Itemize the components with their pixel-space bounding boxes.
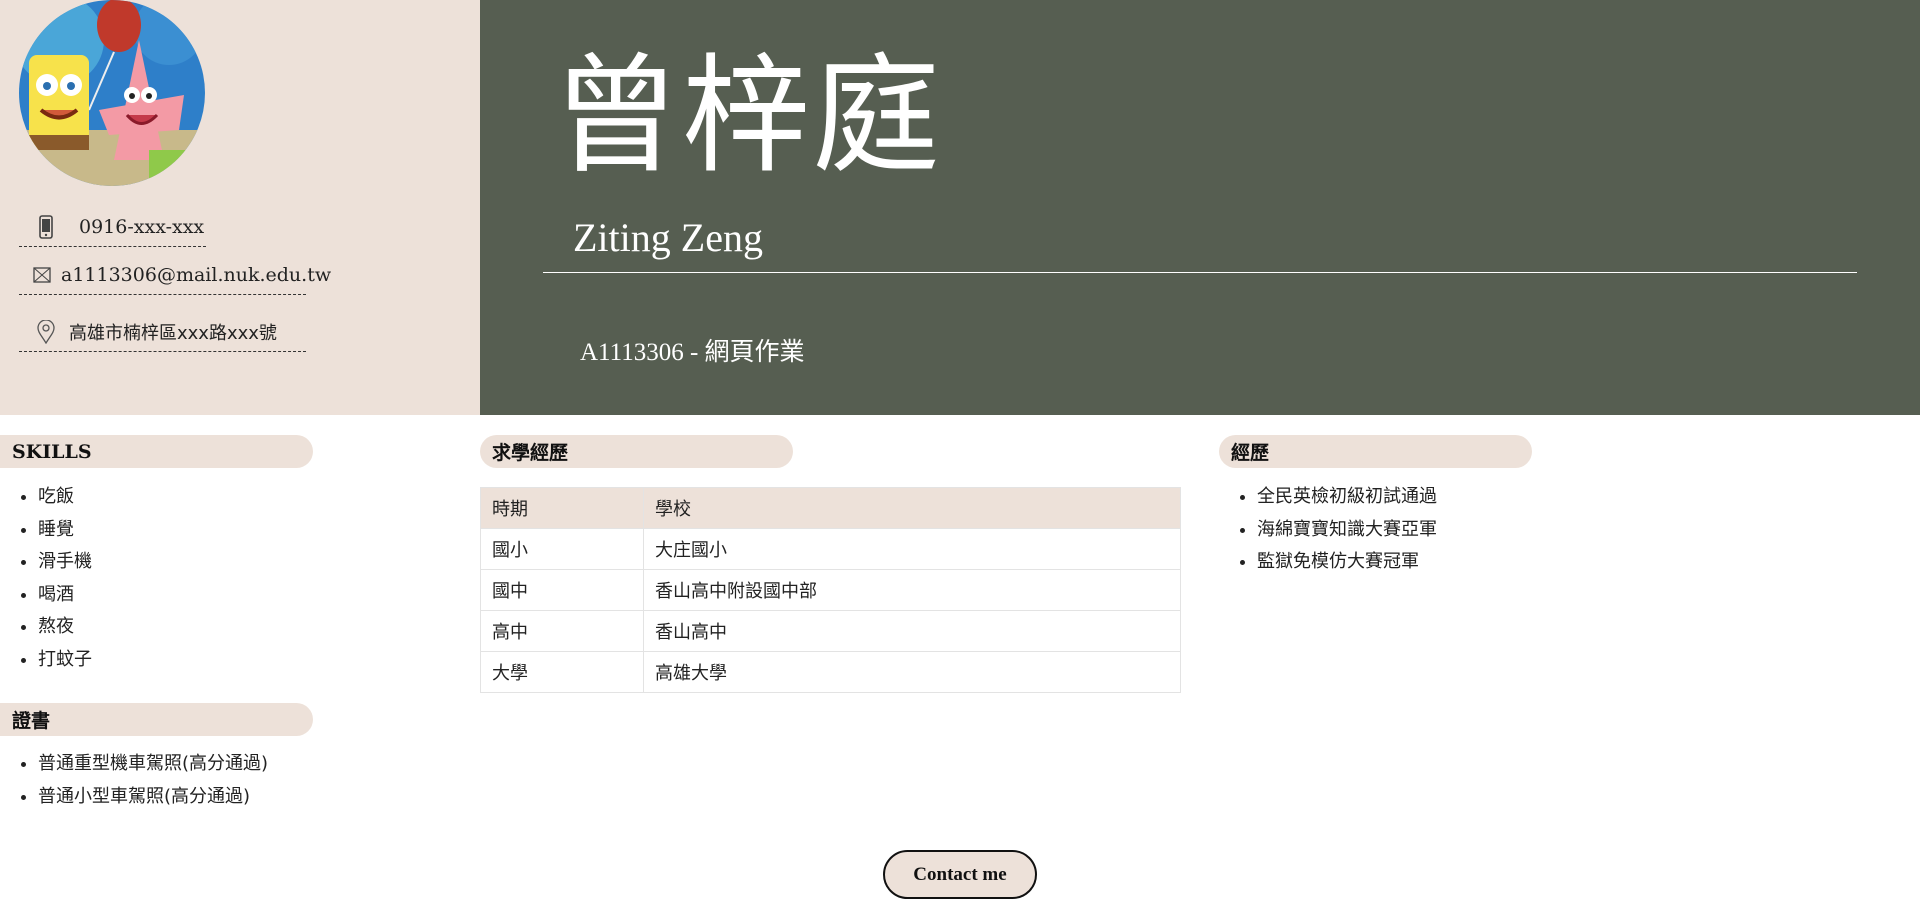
contact-me-button[interactable]: Contact me — [883, 850, 1037, 899]
education-heading: 求學經歷 — [480, 435, 793, 468]
list-item: 喝酒 — [38, 579, 92, 612]
table-header-row: 時期 學校 — [480, 487, 1181, 529]
name-divider — [543, 272, 1857, 273]
table-row: 大學 高雄大學 — [480, 651, 1181, 693]
address-text: 高雄市楠梓區xxx路xxx號 — [69, 322, 277, 344]
phone-icon — [33, 214, 59, 240]
table-cell: 香山高中 — [643, 610, 1181, 652]
table-cell: 高雄大學 — [643, 651, 1181, 693]
experience-list: 全民英檢初級初試通過 海綿寶寶知識大賽亞軍 監獄免模仿大賽冠軍 — [1219, 481, 1437, 579]
list-item: 滑手機 — [38, 546, 92, 579]
table-cell: 大學 — [480, 651, 644, 693]
experience-heading: 經歷 — [1219, 435, 1532, 468]
email-row: a1113306@mail.nuk.edu.tw — [19, 255, 331, 295]
list-item: 吃飯 — [38, 481, 92, 514]
list-item: 全民英檢初級初試通過 — [1257, 481, 1437, 514]
table-row: 國小 大庄國小 — [480, 528, 1181, 570]
list-item: 監獄免模仿大賽冠軍 — [1257, 546, 1437, 579]
profile-panel: 0916-xxx-xxx a1113306@mail.nuk.edu.tw 高雄… — [0, 0, 480, 415]
page-subtitle: A1113306 - 網頁作業 — [580, 339, 805, 366]
skills-heading: SKILLS — [0, 435, 313, 468]
name-english: Ziting Zeng — [573, 215, 763, 260]
table-cell: 高中 — [480, 610, 644, 652]
column-header-period: 時期 — [480, 487, 644, 529]
table-row: 高中 香山高中 — [480, 610, 1181, 652]
certificates-heading: 證書 — [0, 703, 313, 736]
phone-row: 0916-xxx-xxx — [19, 207, 206, 247]
location-pin-icon — [33, 319, 59, 345]
list-item: 打蚊子 — [38, 644, 92, 677]
avatar-image — [19, 0, 205, 186]
list-item: 海綿寶寶知識大賽亞軍 — [1257, 514, 1437, 547]
certificates-list: 普通重型機車駕照(高分通過) 普通小型車駕照(高分通過) — [0, 748, 268, 813]
column-header-school: 學校 — [643, 487, 1181, 529]
list-item: 普通小型車駕照(高分通過) — [38, 781, 268, 814]
avatar — [19, 0, 205, 186]
table-cell: 國小 — [480, 528, 644, 570]
skills-list: 吃飯 睡覺 滑手機 喝酒 熬夜 打蚊子 — [0, 481, 92, 676]
table-cell: 香山高中附設國中部 — [643, 569, 1181, 611]
email-text[interactable]: a1113306@mail.nuk.edu.tw — [61, 264, 331, 286]
list-item: 睡覺 — [38, 514, 92, 547]
mail-icon — [33, 262, 51, 288]
table-cell: 大庄國小 — [643, 528, 1181, 570]
address-row: 高雄市楠梓區xxx路xxx號 — [19, 312, 306, 352]
header-area: 0916-xxx-xxx a1113306@mail.nuk.edu.tw 高雄… — [0, 0, 1920, 415]
name-chinese: 曾梓庭 — [552, 42, 943, 191]
table-row: 國中 香山高中附設國中部 — [480, 569, 1181, 611]
phone-text: 0916-xxx-xxx — [79, 215, 205, 238]
list-item: 普通重型機車駕照(高分通過) — [38, 748, 268, 781]
table-cell: 國中 — [480, 569, 644, 611]
list-item: 熬夜 — [38, 611, 92, 644]
education-table: 時期 學校 國小 大庄國小 國中 香山高中附設國中部 高中 香山高中 大學 高雄… — [480, 487, 1181, 693]
